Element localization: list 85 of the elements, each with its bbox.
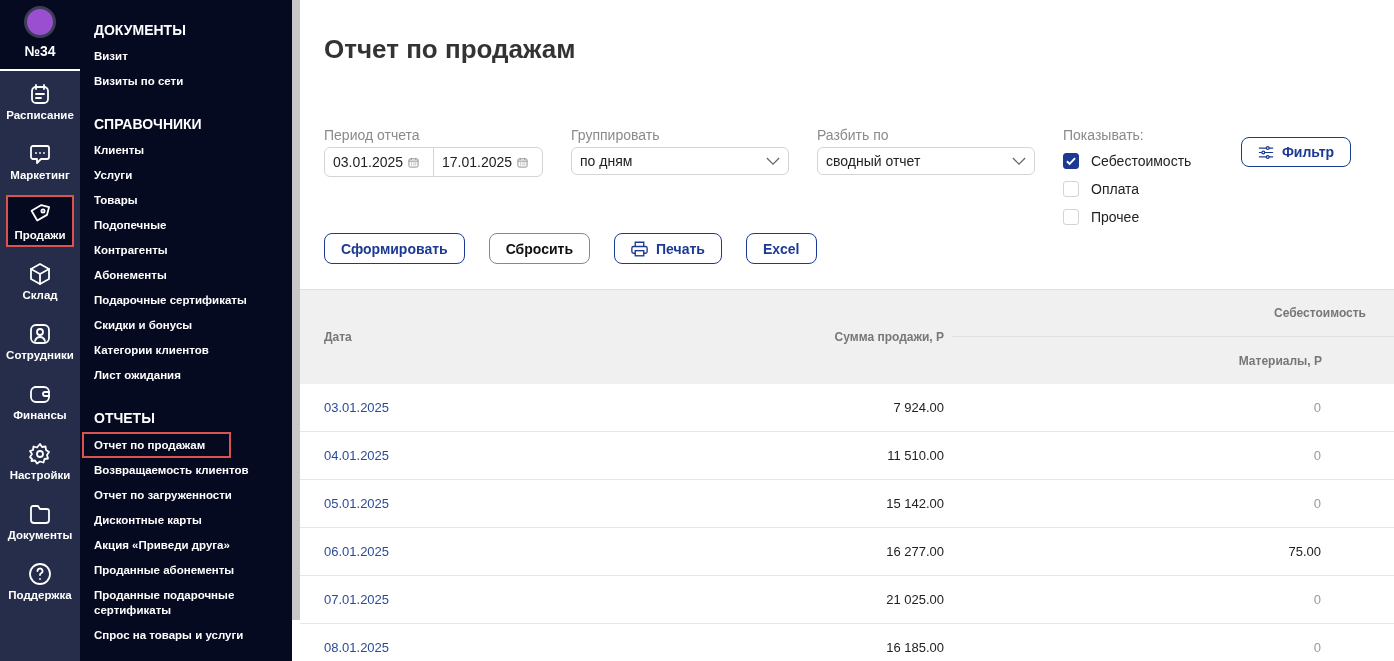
column-header: Сумма продажи, Р xyxy=(833,329,944,346)
printer-icon xyxy=(631,240,648,257)
calendar-icon xyxy=(28,81,52,106)
table-cell-text: 21 025.00 xyxy=(885,592,944,607)
checkbox-label: Прочее xyxy=(1091,209,1140,225)
menu-section-title: ДОКУМЕНТЫ xyxy=(94,22,186,38)
menu-link[interactable]: Отчет по продажам xyxy=(82,432,232,458)
field-label: Группировать xyxy=(571,127,661,143)
help-icon xyxy=(28,561,52,586)
field-label: Показывать: xyxy=(1063,127,1145,143)
branch-number: №34 xyxy=(24,43,56,59)
rail-nav-item[interactable]: Финансы xyxy=(0,371,80,431)
settings-icon xyxy=(28,441,52,466)
table-cell-text: 0 xyxy=(1312,496,1322,511)
action-button[interactable]: Excel xyxy=(745,233,817,264)
date-link[interactable]: 08.01.2025 xyxy=(300,640,600,655)
scrollbar[interactable] xyxy=(292,0,300,620)
table-cell-text: 0 xyxy=(1312,448,1322,463)
table-cell-text: 16 185.00 xyxy=(885,640,944,655)
page-title: Отчет по продажам xyxy=(324,34,577,65)
table-cell-text: 7 924.00 xyxy=(892,400,944,415)
date-range-field[interactable]: 03.01.2025 17.01.2025 xyxy=(324,147,543,177)
checkbox-label: Оплата xyxy=(1091,181,1140,197)
box-icon xyxy=(28,261,52,286)
action-button[interactable]: Сформировать xyxy=(324,233,465,264)
menu-link[interactable]: Подопечные xyxy=(94,213,167,238)
menu-link[interactable]: Скидки и бонусы xyxy=(94,313,193,338)
rail-nav-item[interactable]: Склад xyxy=(0,251,80,311)
rail-nav-item[interactable]: Документы xyxy=(0,491,80,551)
table-cell-text: 11 510.00 xyxy=(886,448,944,463)
table-cell-text: 0 xyxy=(1312,592,1322,607)
table-cell-text: 15 142.00 xyxy=(885,496,944,511)
menu-section-title: СПРАВОЧНИКИ xyxy=(94,116,202,132)
menu-link[interactable]: Спрос на товары и услуги xyxy=(94,623,244,648)
split-select[interactable]: сводный отчет xyxy=(817,147,1035,175)
table-cell-text: 0 xyxy=(1312,640,1322,655)
checkbox[interactable] xyxy=(1063,153,1079,169)
menu-section-title: ОТЧЕТЫ xyxy=(94,410,155,426)
user-icon xyxy=(28,321,52,346)
filter-button[interactable]: Фильтр xyxy=(1241,137,1351,167)
rail-nav-item[interactable]: Поддержка xyxy=(0,551,80,611)
checkbox-label: Себестоимость xyxy=(1091,153,1192,169)
field-label: Период отчета xyxy=(324,127,421,143)
rail-nav-item[interactable]: Сотрудники xyxy=(0,311,80,371)
menu-link[interactable]: Категории клиентов xyxy=(94,338,209,363)
date-link[interactable]: 05.01.2025 xyxy=(300,496,600,511)
date-link[interactable]: 06.01.2025 xyxy=(300,544,600,559)
group-select[interactable]: по дням xyxy=(571,147,789,175)
rail-nav-item[interactable]: Расписание xyxy=(0,71,80,131)
calendar-icon xyxy=(517,156,529,168)
column-group-header: Себестоимость xyxy=(952,290,1394,337)
calendar-icon xyxy=(408,156,420,168)
menu-link[interactable]: Подарочные сертификаты xyxy=(94,288,247,313)
rail-nav-item[interactable]: Продажи xyxy=(6,195,74,247)
menu-link[interactable]: Услуги xyxy=(94,163,133,188)
table-cell-text: 0 xyxy=(1312,400,1322,415)
avatar-icon xyxy=(24,6,56,38)
menu-link[interactable]: Товары xyxy=(94,188,138,213)
date-link[interactable]: 07.01.2025 xyxy=(300,592,600,607)
menu-link[interactable]: Визиты по сети xyxy=(94,69,184,94)
date-link[interactable]: 04.01.2025 xyxy=(300,448,600,463)
menu-link[interactable]: Дисконтные карты xyxy=(94,508,202,533)
menu-link[interactable]: Лист ожидания xyxy=(94,363,181,388)
date-link[interactable]: 03.01.2025 xyxy=(300,400,600,415)
table-cell-text: 75.00 xyxy=(1287,544,1322,559)
column-header: Дата xyxy=(323,329,353,346)
menu-link[interactable]: Акция «Приведи друга» xyxy=(94,533,230,558)
print-button[interactable]: Печать xyxy=(614,233,722,264)
menu-link[interactable]: Проданные подарочные сертификаты xyxy=(94,583,264,623)
menu-link[interactable]: Абонементы xyxy=(94,263,167,288)
menu-link[interactable]: Контрагенты xyxy=(94,238,168,263)
menu-link[interactable]: Возвращаемость клиентов xyxy=(94,458,249,483)
rail-nav-item[interactable]: Маркетинг xyxy=(0,131,80,191)
sliders-icon xyxy=(1257,145,1274,159)
menu-link[interactable]: Отчет по загруженности xyxy=(94,483,232,508)
menu-link[interactable]: Визит xyxy=(94,44,128,69)
chevron-down-icon xyxy=(766,156,780,166)
table-cell-text: 16 277.00 xyxy=(885,544,944,559)
action-button[interactable]: Сбросить xyxy=(488,233,590,264)
menu-link[interactable]: Проданные абонементы xyxy=(94,558,235,583)
chevron-down-icon xyxy=(1012,156,1026,166)
column-header: Материалы, Р xyxy=(1237,352,1323,370)
menu-link[interactable]: Клиенты xyxy=(94,138,145,163)
field-label: Разбить по xyxy=(817,127,890,143)
rail-nav-item[interactable]: Настройки xyxy=(0,431,80,491)
